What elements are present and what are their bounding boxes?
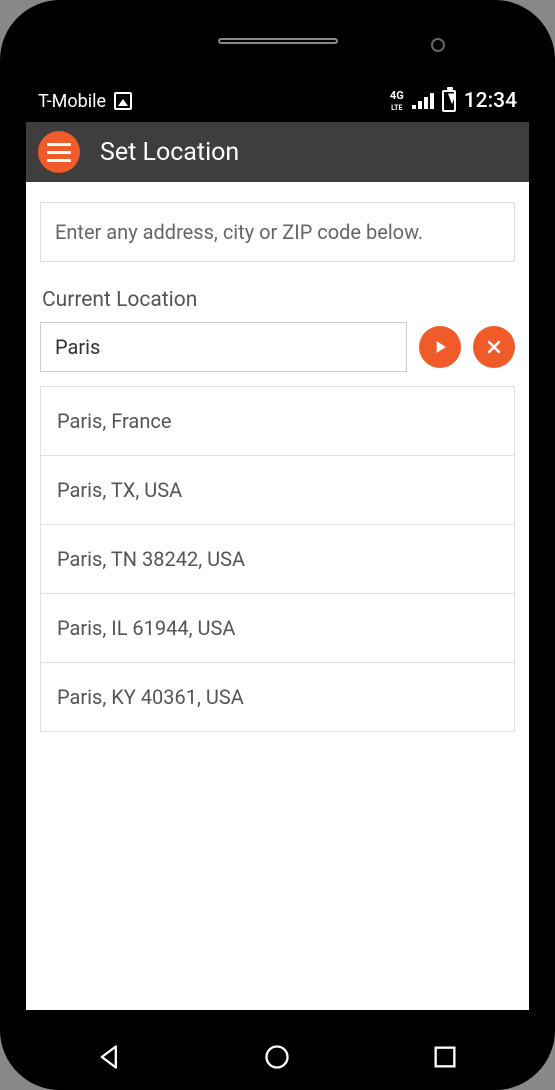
play-icon xyxy=(430,337,450,357)
square-icon xyxy=(431,1043,459,1071)
suggestion-item[interactable]: Paris, France xyxy=(41,387,514,455)
instruction-card: Enter any address, city or ZIP code belo… xyxy=(40,202,515,262)
suggestion-item[interactable]: Paris, TX, USA xyxy=(41,455,514,524)
menu-button[interactable] xyxy=(38,131,80,173)
status-bar: T-Mobile 4GLTE 12:34 xyxy=(26,80,529,122)
android-nav-bar xyxy=(26,1024,529,1090)
submit-location-button[interactable] xyxy=(419,326,461,368)
location-input-row xyxy=(40,322,515,372)
clear-location-button[interactable] xyxy=(473,326,515,368)
app-header: Set Location xyxy=(26,122,529,182)
back-icon xyxy=(96,1043,124,1071)
picture-icon xyxy=(114,92,132,110)
suggestion-list: Paris, France Paris, TX, USA Paris, TN 3… xyxy=(40,386,515,732)
suggestion-item[interactable]: Paris, KY 40361, USA xyxy=(41,662,514,731)
battery-icon xyxy=(442,90,456,112)
device-camera xyxy=(431,38,445,52)
home-button[interactable] xyxy=(257,1037,297,1077)
content-area: Enter any address, city or ZIP code belo… xyxy=(26,182,529,1010)
page-title: Set Location xyxy=(100,138,239,167)
network-type-icon: 4GLTE xyxy=(390,90,404,112)
home-icon xyxy=(263,1043,291,1071)
close-icon xyxy=(484,337,504,357)
recent-apps-button[interactable] xyxy=(425,1037,465,1077)
location-input[interactable] xyxy=(40,322,407,372)
back-button[interactable] xyxy=(90,1037,130,1077)
suggestion-item[interactable]: Paris, TN 38242, USA xyxy=(41,524,514,593)
current-location-label: Current Location xyxy=(42,288,513,312)
carrier-label: T-Mobile xyxy=(38,91,106,112)
signal-icon xyxy=(412,93,434,109)
suggestion-item[interactable]: Paris, IL 61944, USA xyxy=(41,593,514,662)
status-time: 12:34 xyxy=(464,89,517,113)
device-speaker xyxy=(218,38,338,44)
